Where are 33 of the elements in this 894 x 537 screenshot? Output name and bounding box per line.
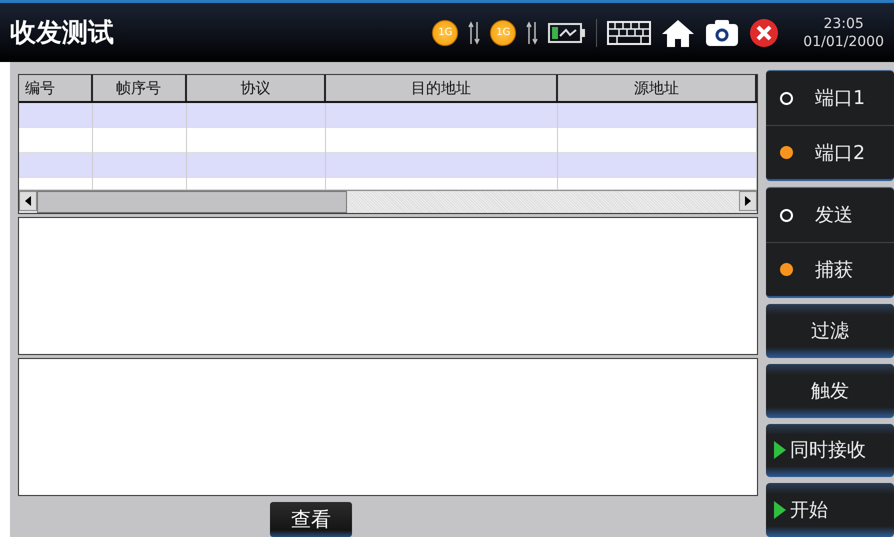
play-icon bbox=[774, 441, 786, 460]
column-header[interactable]: 协议 bbox=[186, 75, 326, 102]
screen-title: 收发测试 bbox=[10, 17, 115, 50]
horizontal-scrollbar[interactable] bbox=[19, 190, 757, 213]
column-header[interactable]: 编号 bbox=[19, 75, 93, 102]
up-down-arrows-icon bbox=[468, 20, 480, 46]
radio-dot[interactable] bbox=[780, 263, 793, 276]
column-header[interactable]: 源地址 bbox=[558, 75, 757, 102]
column-header[interactable]: 目的地址 bbox=[326, 75, 558, 102]
port-badge: 1G bbox=[490, 20, 516, 46]
keyboard-icon[interactable] bbox=[607, 20, 652, 44]
scroll-left-icon[interactable] bbox=[25, 196, 31, 206]
side-button[interactable]: 开始 bbox=[766, 483, 894, 537]
radio-option[interactable]: 捕获 bbox=[766, 242, 894, 296]
side-button[interactable]: 触发 bbox=[766, 364, 894, 418]
port-badge: 1G bbox=[432, 20, 458, 46]
radio-option[interactable]: 端口1 bbox=[766, 71, 894, 125]
home-icon[interactable] bbox=[661, 18, 696, 48]
side-button[interactable]: 同时接收 bbox=[766, 424, 894, 478]
column-header[interactable]: 帧序号 bbox=[92, 75, 187, 102]
view-button[interactable]: 查看 bbox=[270, 502, 352, 537]
close-icon[interactable] bbox=[749, 18, 780, 48]
clock-date: 01/01/2000 bbox=[803, 34, 884, 50]
radio-dot[interactable] bbox=[780, 146, 793, 159]
radio-option[interactable]: 端口2 bbox=[766, 125, 894, 179]
side-button[interactable]: 过滤 bbox=[766, 304, 894, 358]
scroll-right-icon[interactable] bbox=[745, 196, 751, 206]
clock-time: 23:05 bbox=[823, 16, 864, 32]
camera-icon[interactable] bbox=[705, 18, 740, 46]
play-icon bbox=[774, 501, 786, 520]
battery-icon bbox=[548, 22, 586, 44]
radio-option[interactable]: 发送 bbox=[766, 188, 894, 242]
up-down-arrows-icon bbox=[526, 20, 538, 46]
